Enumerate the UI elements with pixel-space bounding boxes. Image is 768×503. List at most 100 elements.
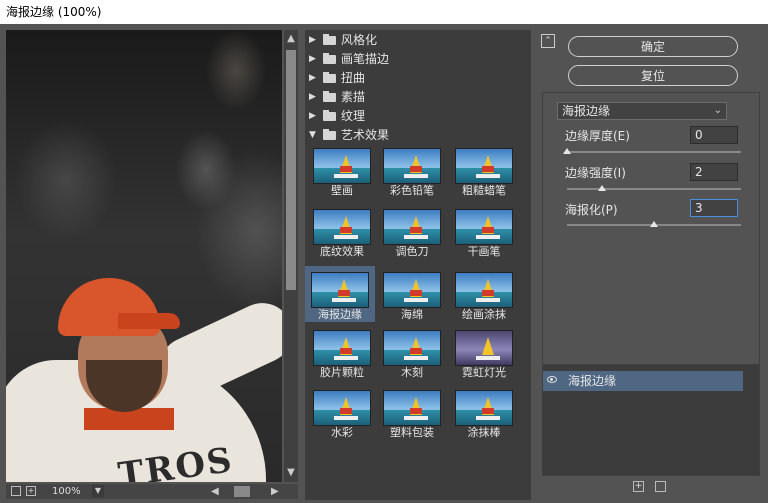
- filter-thumb[interactable]: 海绵: [377, 266, 447, 322]
- chevron-down-icon: ⌄: [713, 105, 722, 116]
- posterization-label: 海报化(P): [565, 203, 618, 217]
- category-label: 扭曲: [341, 71, 366, 85]
- filter-thumb-selected[interactable]: 海报边缘: [305, 266, 375, 322]
- edge-intensity-label: 边缘强度(I): [565, 166, 626, 180]
- effect-layers-panel: 海报边缘: [542, 364, 760, 476]
- filter-thumb[interactable]: 粗糙蜡笔: [449, 142, 519, 198]
- filter-label: 海报边缘: [318, 308, 362, 321]
- edge-thickness-input[interactable]: 0: [690, 126, 738, 144]
- filter-thumb[interactable]: 壁画: [307, 142, 377, 198]
- filter-preview-image: [455, 272, 513, 308]
- folder-icon: [323, 110, 336, 121]
- filter-thumb[interactable]: 木刻: [377, 324, 447, 380]
- edge-intensity-slider[interactable]: [567, 188, 741, 190]
- filter-thumb[interactable]: 霓虹灯光: [449, 324, 519, 380]
- category-sketch[interactable]: ▶ 素描: [305, 88, 531, 107]
- ok-button[interactable]: 确定: [568, 36, 738, 57]
- folder-icon: [323, 53, 336, 64]
- edge-intensity-knob[interactable]: [597, 185, 606, 191]
- preview-image: TROS: [6, 30, 282, 482]
- filter-settings: 海报边缘 ⌄ 边缘厚度(E) 0 边缘强度(I) 2 海报化(P) 3: [542, 92, 760, 388]
- filter-preview-image: [383, 148, 441, 184]
- effect-layer[interactable]: 海报边缘: [543, 371, 743, 391]
- filter-gallery: ▶ 风格化 ▶ 画笔描边 ▶ 扭曲 ▶ 素描 ▶ 纹理 ▼ 艺术效果 壁画 彩色…: [305, 30, 531, 500]
- expand-arrow-icon[interactable]: ▶: [309, 31, 316, 50]
- filter-label: 底纹效果: [320, 245, 364, 258]
- filter-select[interactable]: 海报边缘 ⌄: [557, 102, 727, 120]
- filter-label: 海绵: [401, 308, 423, 321]
- filter-label: 塑料包装: [390, 426, 434, 439]
- expand-arrow-icon[interactable]: ▶: [309, 69, 316, 88]
- filter-thumb[interactable]: 底纹效果: [307, 203, 377, 259]
- filter-thumb[interactable]: 彩色铅笔: [377, 142, 447, 198]
- filter-preview-image: [455, 209, 513, 245]
- filter-label: 胶片颗粒: [320, 366, 364, 379]
- edge-intensity-input[interactable]: 2: [690, 163, 738, 181]
- filter-thumb[interactable]: 涂抹棒: [449, 384, 519, 440]
- preview-bottom-bar: + 100% ▼ ◀ ▶: [6, 484, 298, 499]
- filter-thumb[interactable]: 调色刀: [377, 203, 447, 259]
- edge-thickness-label: 边缘厚度(E): [565, 129, 630, 143]
- folder-icon: [323, 91, 336, 102]
- horizontal-scroll-thumb[interactable]: [234, 486, 250, 497]
- category-label: 纹理: [341, 109, 366, 123]
- posterization-input[interactable]: 3: [690, 199, 738, 217]
- scroll-left-icon[interactable]: ◀: [211, 484, 219, 499]
- filter-preview-image: [383, 330, 441, 366]
- filter-preview-image: [383, 209, 441, 245]
- filter-label: 木刻: [401, 366, 423, 379]
- preview-vertical-scrollbar[interactable]: ▲ ▼: [284, 30, 298, 482]
- folder-open-icon: [323, 129, 336, 140]
- filter-label: 粗糙蜡笔: [462, 184, 506, 197]
- filter-label: 霓虹灯光: [462, 366, 506, 379]
- zoom-in-icon[interactable]: +: [26, 486, 36, 496]
- zoom-dropdown-icon[interactable]: ▼: [92, 485, 104, 497]
- scroll-down-icon[interactable]: ▼: [284, 466, 298, 480]
- filter-label: 壁画: [331, 184, 353, 197]
- filter-thumb[interactable]: 干画笔: [449, 203, 519, 259]
- filter-preview-image: [313, 209, 371, 245]
- add-layer-icon[interactable]: +: [633, 481, 644, 492]
- expand-arrow-icon[interactable]: ▶: [309, 88, 316, 107]
- filter-select-value: 海报边缘: [562, 104, 611, 118]
- category-label: 风格化: [341, 33, 378, 47]
- filter-preview-image: [455, 330, 513, 366]
- category-label: 素描: [341, 90, 366, 104]
- settings-panel: ⌃ 确定 复位 海报边缘 ⌄ 边缘厚度(E) 0 边缘强度(I) 2 海报化(P…: [541, 30, 763, 500]
- posterization-knob[interactable]: [650, 221, 658, 227]
- category-label: 画笔描边: [341, 52, 390, 66]
- reset-button[interactable]: 复位: [568, 65, 738, 86]
- edge-thickness-knob[interactable]: [563, 148, 571, 154]
- filter-thumb[interactable]: 塑料包装: [377, 384, 447, 440]
- expand-arrow-icon[interactable]: ▶: [309, 107, 316, 126]
- trash-icon[interactable]: [655, 481, 666, 492]
- scroll-right-icon[interactable]: ▶: [271, 484, 279, 499]
- filter-label: 水彩: [331, 426, 353, 439]
- filter-label: 干画笔: [467, 245, 501, 258]
- filter-preview-image: [455, 148, 513, 184]
- title-bar: 海报边缘 (100%): [0, 0, 768, 24]
- category-distort[interactable]: ▶ 扭曲: [305, 69, 531, 88]
- filter-preview-image: [311, 272, 369, 308]
- preview-canvas[interactable]: TROS: [6, 30, 282, 482]
- category-brush-strokes[interactable]: ▶ 画笔描边: [305, 50, 531, 69]
- filter-preview-image: [383, 390, 441, 426]
- eye-icon[interactable]: [547, 376, 557, 383]
- zoom-out-icon[interactable]: [11, 486, 21, 496]
- category-stylize[interactable]: ▶ 风格化: [305, 31, 531, 50]
- zoom-level: 100%: [52, 486, 81, 497]
- filter-preview-image: [455, 390, 513, 426]
- filter-preview-image: [383, 272, 441, 308]
- edge-thickness-slider[interactable]: [567, 151, 741, 153]
- collapse-icon[interactable]: ⌃: [541, 34, 555, 48]
- filter-label: 调色刀: [395, 245, 429, 258]
- expand-arrow-icon[interactable]: ▶: [309, 50, 316, 69]
- filter-label: 彩色铅笔: [390, 184, 434, 197]
- scroll-up-icon[interactable]: ▲: [284, 32, 298, 46]
- category-texture[interactable]: ▶ 纹理: [305, 107, 531, 126]
- effect-layer-label: 海报边缘: [568, 374, 617, 388]
- scroll-thumb[interactable]: [286, 50, 296, 290]
- filter-thumb[interactable]: 水彩: [307, 384, 377, 440]
- filter-thumb[interactable]: 胶片颗粒: [307, 324, 377, 380]
- filter-thumb[interactable]: 绘画涂抹: [449, 266, 519, 322]
